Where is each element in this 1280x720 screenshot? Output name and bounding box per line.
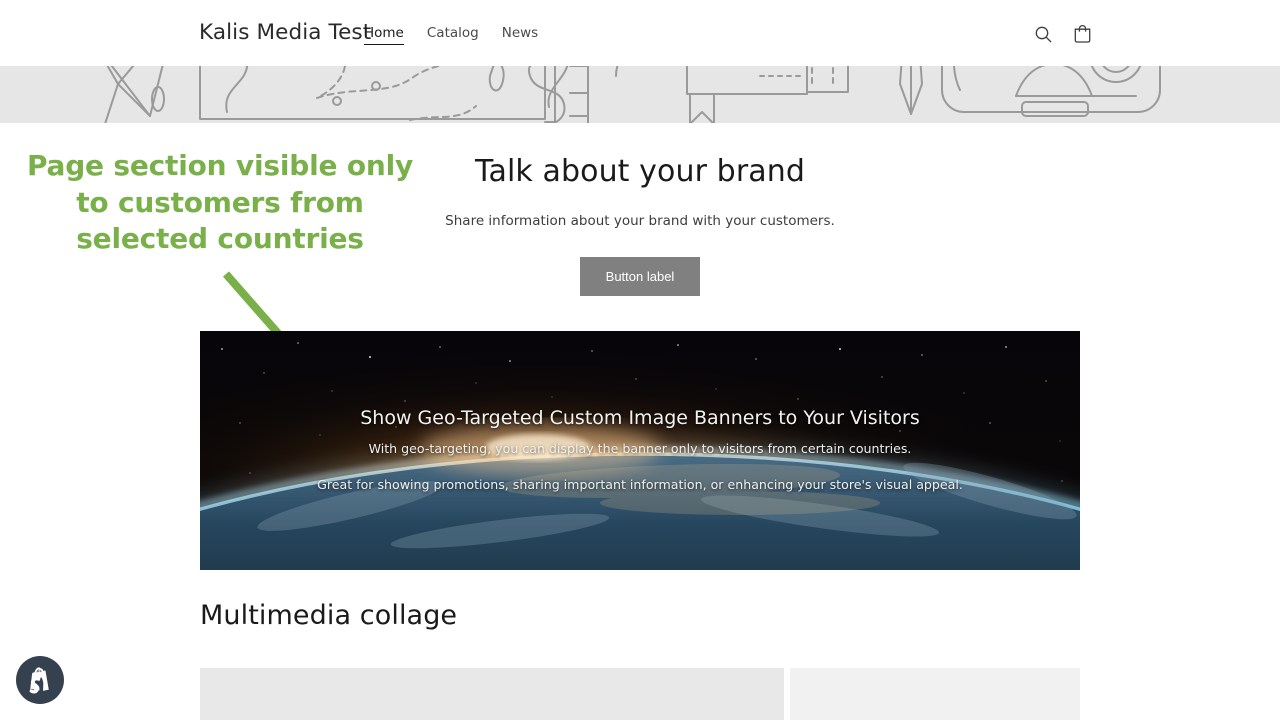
shopping-bag-icon[interactable] [1070,22,1094,46]
search-icon[interactable] [1031,22,1055,46]
line-art-illustrations [0,66,1280,123]
main-navigation: Home Catalog News [364,25,538,45]
illustration-band [0,66,1280,123]
brand-section-title: Talk about your brand [200,150,1080,194]
nav-item-catalog[interactable]: Catalog [427,25,479,44]
banner-text-overlay: Show Geo-Targeted Custom Image Banners t… [200,331,1080,570]
site-header: Kalis Media Test Home Catalog News [0,0,1280,66]
collage-section-title: Multimedia collage [200,600,457,631]
site-brand-title[interactable]: Kalis Media Test [199,20,371,45]
brand-section: Talk about your brand Share information … [200,150,1080,296]
brand-cta-button[interactable]: Button label [580,257,701,296]
nav-item-home[interactable]: Home [364,25,404,45]
storefront-page: Kalis Media Test Home Catalog News [0,0,1280,720]
shopify-bag-icon[interactable] [16,656,64,704]
collage-tile-small[interactable] [790,668,1080,720]
geo-targeted-banner[interactable]: Show Geo-Targeted Custom Image Banners t… [200,331,1080,570]
banner-subtitle-line1: With geo-targeting, you can display the … [369,441,912,456]
brand-section-subtitle: Share information about your brand with … [200,211,1080,231]
banner-subtitle-line2: Great for showing promotions, sharing im… [317,477,963,492]
banner-title: Show Geo-Targeted Custom Image Banners t… [360,405,920,431]
collage-tile-large[interactable] [200,668,784,720]
header-actions [1031,22,1094,46]
nav-item-news[interactable]: News [502,25,538,44]
